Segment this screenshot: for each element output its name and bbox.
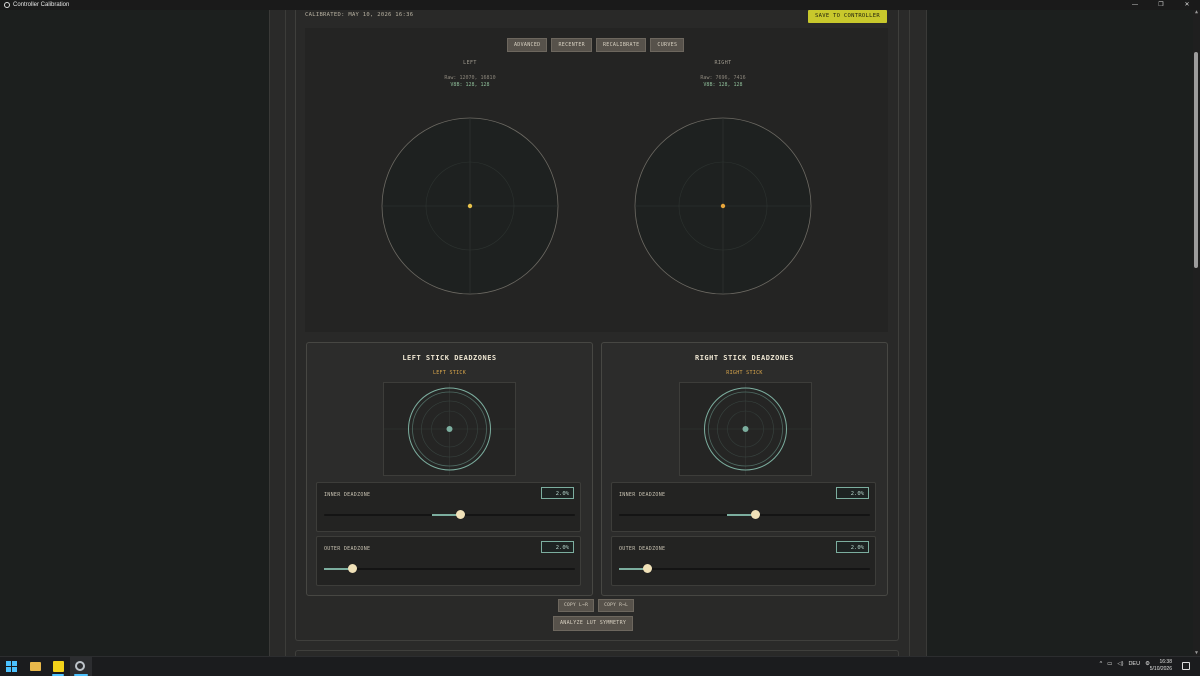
right-stick-position-dot <box>720 203 726 209</box>
right-stick-header: RIGHT Raw: 7696, 7416 V8B: 128, 128 <box>643 60 803 88</box>
right-inner-deadzone-slider[interactable] <box>619 510 870 519</box>
left-inner-deadzone-value[interactable]: 2.0% <box>541 487 574 499</box>
right-outer-deadzone-value[interactable]: 2.0% <box>836 541 869 553</box>
recalibrate-button[interactable]: RECALIBRATE <box>595 38 647 52</box>
right-stick-label: RIGHT <box>714 60 732 66</box>
copy-left-to-right-button[interactable]: COPY L→R <box>558 599 595 612</box>
calibrated-timestamp: CALIBRATED: MAY 10, 2026 16:36 <box>305 12 414 18</box>
right-deadzone-subtitle: RIGHT STICK <box>726 370 763 376</box>
left-outer-slider-thumb[interactable] <box>347 564 357 573</box>
copy-right-to-left-button[interactable]: COPY R→L <box>598 599 635 612</box>
taskbar-clock[interactable]: 16:38 5/10/2026 <box>1150 659 1172 673</box>
left-stick-vector: V8B: 128, 128 <box>450 82 490 88</box>
toolbar: ADVANCED RECENTER RECALIBRATE CURVES <box>507 38 685 52</box>
window-titlebar: Controller Calibration — ❐ ✕ <box>0 0 1200 10</box>
clock-date: 5/10/2026 <box>1149 666 1172 672</box>
right-stick-raw: Raw: 7696, 7416 <box>700 75 746 81</box>
left-deadzone-subtitle: LEFT STICK <box>432 370 467 376</box>
left-stick-header: LEFT Raw: 12070, 16810 V8B: 128, 128 <box>390 60 550 88</box>
scroll-up-arrow-icon[interactable]: ▲ <box>1194 10 1199 15</box>
right-stick-plot <box>634 117 812 295</box>
network-icon[interactable]: ▭ <box>1107 661 1112 667</box>
right-outer-slider-thumb[interactable] <box>642 564 652 573</box>
volume-icon[interactable]: ◁) <box>1117 661 1123 667</box>
window-controls: — ❐ ✕ <box>1122 0 1200 10</box>
right-outer-deadzone-control: OUTER DEADZONE 2.0% <box>611 536 876 586</box>
left-inner-slider-thumb[interactable] <box>455 510 465 519</box>
left-deadzone-card: LEFT STICK DEADZONES LEFT STICK INNER DE… <box>306 342 593 596</box>
left-deadzone-preview <box>383 382 516 476</box>
system-tray: ^ ▭ ◁) DEU ⚙ <box>1100 661 1150 667</box>
language-indicator[interactable]: DEU <box>1128 661 1140 667</box>
left-inner-deadzone-control: INNER DEADZONE 2.0% <box>316 482 581 532</box>
left-outer-deadzone-value[interactable]: 2.0% <box>541 541 574 553</box>
copy-buttons: COPY L→R COPY R→L <box>558 599 635 612</box>
right-deadzone-title: RIGHT STICK DEADZONES <box>694 354 794 362</box>
file-explorer-icon[interactable] <box>30 662 41 671</box>
minimize-button[interactable]: — <box>1122 0 1148 10</box>
right-outer-deadzone-label: OUTER DEADZONE <box>619 546 666 552</box>
pinned-app-icon[interactable] <box>53 661 64 672</box>
left-stick-plot <box>381 117 559 295</box>
app-icon <box>4 2 10 8</box>
right-stick-vector: V8B: 128, 128 <box>703 82 743 88</box>
left-inner-deadzone-label: INNER DEADZONE <box>324 492 371 498</box>
left-stick-label: LEFT <box>463 60 477 66</box>
analyze-lut-symmetry-button[interactable]: ANALYZE LUT SYMMETRY <box>553 616 634 631</box>
left-stick-raw: Raw: 12070, 16810 <box>444 75 496 81</box>
left-outer-deadzone-slider[interactable] <box>324 564 575 573</box>
recenter-button[interactable]: RECENTER <box>551 38 592 52</box>
windows-start-icon[interactable] <box>6 661 17 672</box>
browser-icon[interactable] <box>75 661 85 671</box>
scrollbar-thumb[interactable] <box>1194 52 1198 268</box>
right-deadzone-card: RIGHT STICK DEADZONES RIGHT STICK INNER … <box>601 342 888 596</box>
curves-button[interactable]: CURVES <box>650 38 685 52</box>
right-deadzone-preview <box>679 382 812 476</box>
chevron-up-icon[interactable]: ^ <box>1100 661 1103 667</box>
taskbar: ^ ▭ ◁) DEU ⚙ 16:38 5/10/2026 <box>0 656 1200 676</box>
left-outer-deadzone-label: OUTER DEADZONE <box>324 546 371 552</box>
right-inner-slider-thumb[interactable] <box>750 510 760 519</box>
right-inner-deadzone-value[interactable]: 2.0% <box>836 487 869 499</box>
notification-icon[interactable] <box>1182 662 1190 670</box>
clock-time: 16:38 <box>1159 659 1172 665</box>
maximize-button[interactable]: ❐ <box>1148 0 1174 10</box>
left-inner-deadzone-slider[interactable] <box>324 510 575 519</box>
advanced-button[interactable]: ADVANCED <box>507 38 548 52</box>
right-outer-deadzone-slider[interactable] <box>619 564 870 573</box>
window-title: Controller Calibration <box>13 2 70 8</box>
left-outer-deadzone-control: OUTER DEADZONE 2.0% <box>316 536 581 586</box>
right-inner-deadzone-label: INNER DEADZONE <box>619 492 666 498</box>
save-to-controller-button[interactable]: SAVE TO CONTROLLER <box>808 10 887 23</box>
left-stick-position-dot <box>467 203 473 209</box>
right-inner-deadzone-control: INNER DEADZONE 2.0% <box>611 482 876 532</box>
left-deadzone-title: LEFT STICK DEADZONES <box>402 354 497 362</box>
page-scrollbar[interactable]: ▲ ▼ <box>1193 10 1200 656</box>
